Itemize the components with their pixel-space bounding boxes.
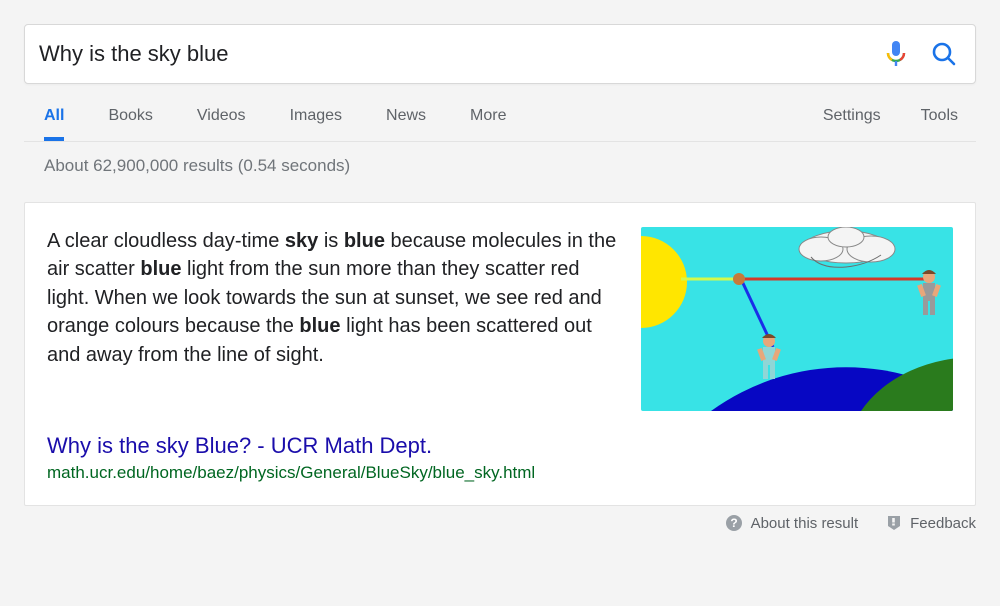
tabs-row: All Books Videos Images News More Settin… xyxy=(24,84,976,142)
search-bar xyxy=(24,24,976,84)
settings-link[interactable]: Settings xyxy=(823,107,881,125)
tabs-left: All Books Videos Images News More xyxy=(24,107,507,141)
flag-icon xyxy=(886,515,902,531)
feedback-label: Feedback xyxy=(910,515,976,532)
snippet-footer: ? About this result Feedback xyxy=(24,514,976,532)
tab-all[interactable]: All xyxy=(44,107,64,141)
featured-snippet: A clear cloudless day-time sky is blue b… xyxy=(24,202,976,506)
help-icon: ? xyxy=(725,514,743,532)
tab-images[interactable]: Images xyxy=(290,107,342,141)
svg-text:?: ? xyxy=(730,516,737,530)
snippet-title-link[interactable]: Why is the sky Blue? - UCR Math Dept. xyxy=(47,433,953,459)
tabs-right: Settings Tools xyxy=(823,107,976,141)
tab-books[interactable]: Books xyxy=(108,107,152,141)
search-input[interactable] xyxy=(39,41,865,67)
tools-link[interactable]: Tools xyxy=(921,107,958,125)
tab-more[interactable]: More xyxy=(470,107,506,141)
mic-icon[interactable] xyxy=(879,37,913,71)
tab-news[interactable]: News xyxy=(386,107,426,141)
feedback-link[interactable]: Feedback xyxy=(886,515,976,532)
about-label: About this result xyxy=(751,515,859,532)
snippet-url: math.ucr.edu/home/baez/physics/General/B… xyxy=(47,463,953,483)
snippet-image[interactable] xyxy=(641,227,953,411)
snippet-text: A clear cloudless day-time sky is blue b… xyxy=(47,227,617,411)
tab-videos[interactable]: Videos xyxy=(197,107,246,141)
search-icon[interactable] xyxy=(927,37,961,71)
about-this-result[interactable]: ? About this result xyxy=(725,514,859,532)
result-stats: About 62,900,000 results (0.54 seconds) xyxy=(44,156,976,176)
